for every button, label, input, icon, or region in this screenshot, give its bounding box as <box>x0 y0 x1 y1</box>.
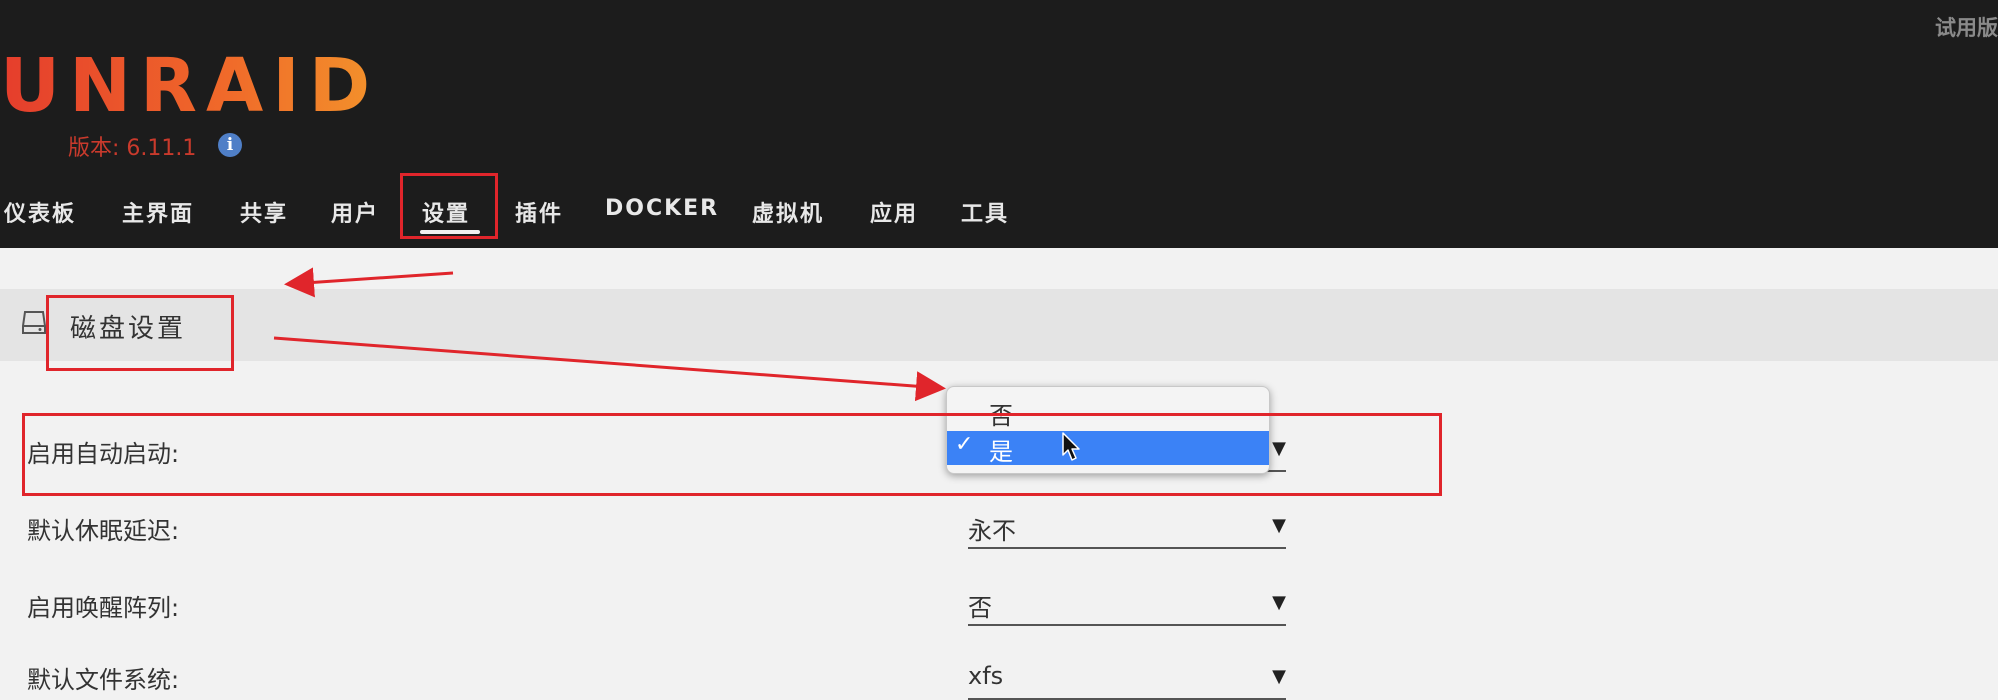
arrow-settings-to-section <box>284 267 454 298</box>
arrow-section-to-dropdown <box>273 336 946 402</box>
annotation-arrows <box>273 267 946 402</box>
